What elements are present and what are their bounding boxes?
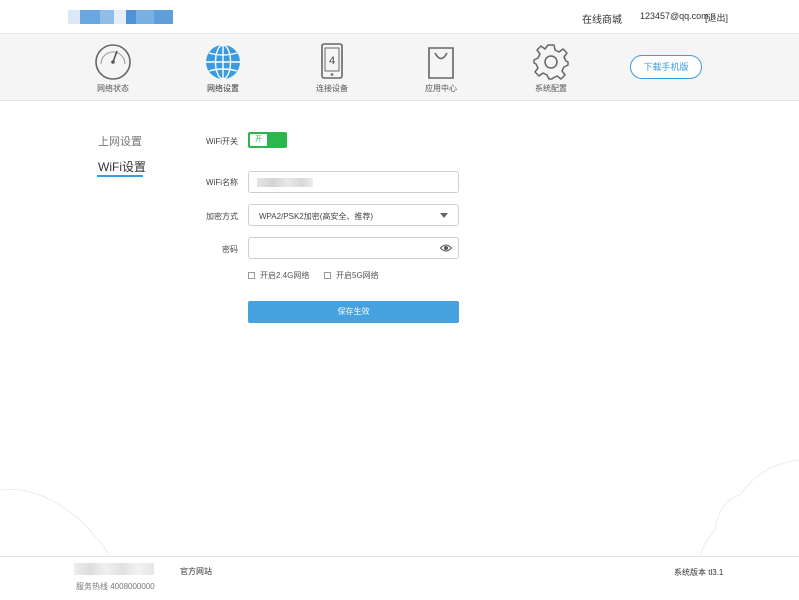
nav-label: 应用中心 [425, 84, 457, 93]
encryption-select[interactable]: WPA2/PSK2加密(高安全、推荐) [248, 204, 459, 226]
cloud-decoration [0, 459, 799, 556]
enable-5g-checkbox[interactable]: 开启5G网络 [324, 270, 379, 281]
top-bar: 在线商城 123457@qq.com [退出] [0, 0, 799, 34]
wifi-name-input[interactable] [248, 171, 459, 193]
wifi-switch-toggle[interactable]: 开 [248, 132, 287, 148]
speedometer-icon [95, 44, 131, 80]
nav-label: 网络状态 [97, 84, 129, 93]
footer: 官方网站 服务热线 4008000000 系统版本 tl3.1 [0, 556, 799, 600]
checkbox-icon [248, 272, 255, 279]
nav-app-center[interactable]: 应用中心 [406, 42, 476, 94]
dropdown-arrow-icon [440, 213, 448, 218]
wifi-name-value-redacted [257, 178, 313, 187]
enable-24g-label: 开启2.4G网络 [260, 271, 310, 280]
nav-label: 连接设备 [316, 84, 348, 93]
download-mobile-button[interactable]: 下载手机版 [630, 55, 702, 79]
nav-connected-devices[interactable]: 4 连接设备 [297, 42, 367, 94]
sidebar-item-internet-settings[interactable]: 上网设置 [98, 133, 142, 149]
password-input[interactable] [248, 237, 459, 259]
sidebar-item-wifi-settings[interactable]: WiFi设置 [98, 158, 146, 175]
enable-5g-label: 开启5G网络 [336, 271, 379, 280]
nav-label: 系统配置 [535, 84, 567, 93]
device-count-badge: 4 [329, 55, 335, 67]
nav-network-status[interactable]: 网络状态 [78, 42, 148, 94]
sidebar-active-indicator [97, 175, 143, 177]
nav-network-settings[interactable]: 网络设置 [188, 42, 258, 94]
checkbox-icon [324, 272, 331, 279]
nav-label: 网络设置 [207, 84, 239, 93]
globe-icon [206, 44, 240, 80]
wifi-switch-label: WiFi开关 [206, 137, 238, 146]
encryption-selected-value: WPA2/PSK2加密(高安全、推荐) [259, 212, 374, 221]
wifi-name-label: WiFi名称 [206, 178, 238, 187]
user-email: 123457@qq.com [640, 11, 709, 21]
eye-icon[interactable] [440, 243, 452, 253]
brand-logo[interactable] [68, 10, 173, 24]
gear-icon [533, 44, 569, 80]
online-store-link[interactable]: 在线商城 [582, 11, 622, 26]
tablet-icon: 4 [321, 43, 343, 79]
save-button[interactable]: 保存生效 [248, 301, 459, 323]
enable-24g-checkbox[interactable]: 开启2.4G网络 [248, 270, 309, 281]
main-nav: 网络状态 网络设置 4 连接设备 应用中心 系统配置 下载手机版 [0, 34, 799, 101]
logout-link[interactable]: [退出] [705, 11, 728, 24]
footer-logo-redacted [74, 563, 154, 575]
toggle-state-text: 开 [250, 134, 267, 146]
official-site-link[interactable]: 官方网站 [180, 566, 212, 577]
service-hotline: 服务热线 4008000000 [76, 582, 155, 591]
encryption-label: 加密方式 [206, 212, 238, 221]
shopping-bag-icon [428, 47, 454, 79]
system-version: 系统版本 tl3.1 [674, 568, 724, 577]
password-label: 密码 [222, 245, 238, 254]
nav-system-config[interactable]: 系统配置 [516, 42, 586, 94]
